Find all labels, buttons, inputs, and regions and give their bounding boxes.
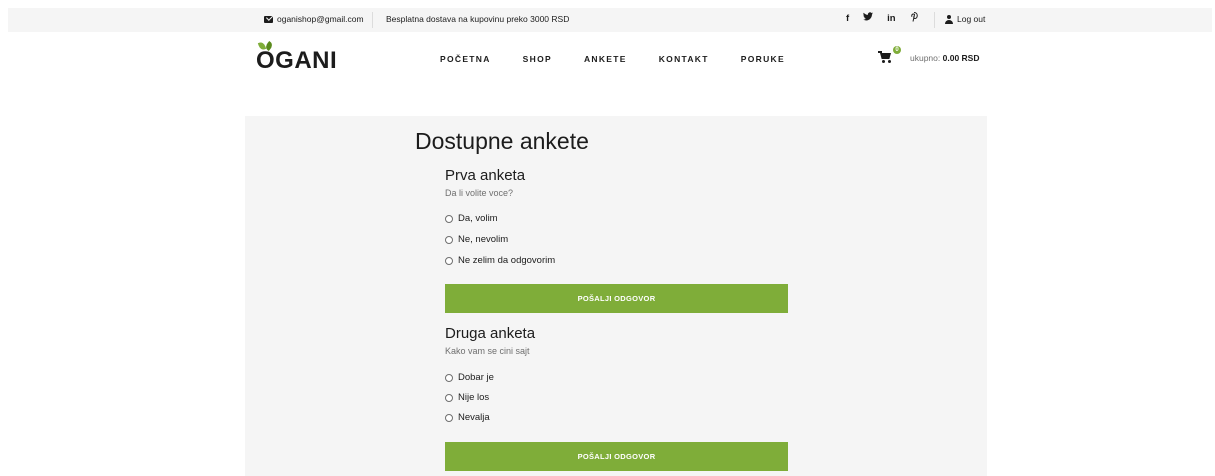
radio-button[interactable] xyxy=(445,256,453,265)
user-icon xyxy=(944,14,953,24)
submit-answer-button[interactable]: POŠALJI ODGOVOR xyxy=(445,284,788,313)
logo-text: OGANI xyxy=(256,41,337,74)
page-title: Dostupne ankete xyxy=(415,128,589,154)
cart-total-label: ukupno: xyxy=(910,53,941,63)
top-bar: oganishop@gmail.com Besplatna dostava na… xyxy=(8,8,1212,32)
pinterest-icon[interactable] xyxy=(910,12,918,27)
mail-icon xyxy=(264,15,273,23)
radio-button[interactable] xyxy=(445,373,453,382)
option-label: Da, volim xyxy=(458,213,498,224)
cart-handle xyxy=(878,51,882,53)
topbar-divider xyxy=(934,12,935,28)
option-label: Ne, nevolim xyxy=(458,234,509,245)
logo[interactable]: OGANI xyxy=(256,41,337,74)
cart-basket xyxy=(880,53,891,59)
survey-title: Prva anketa xyxy=(445,167,526,184)
survey-option[interactable]: Da, volim xyxy=(445,213,498,224)
survey-option[interactable]: Ne zelim da odgovorim xyxy=(445,255,555,266)
facebook-icon[interactable]: f xyxy=(846,12,849,27)
main-nav: POČETNA SHOP ANKETE KONTAKT PORUKE xyxy=(440,54,785,64)
nav-item-ankete[interactable]: ANKETE xyxy=(584,54,627,64)
option-label: Nije los xyxy=(458,392,490,403)
contact-email: oganishop@gmail.com xyxy=(264,14,364,24)
linkedin-icon[interactable]: in xyxy=(887,12,895,27)
cart-wheel xyxy=(882,60,885,63)
radio-button[interactable] xyxy=(445,413,453,422)
nav-item-pocetna[interactable]: POČETNA xyxy=(440,54,491,64)
cart-wheel xyxy=(888,60,891,63)
topbar-divider xyxy=(372,12,373,28)
survey-option[interactable]: Ne, nevolim xyxy=(445,234,508,245)
survey-question: Da li volite voce? xyxy=(445,188,514,198)
survey-title: Druga anketa xyxy=(445,325,536,342)
logout-link[interactable]: Log out xyxy=(944,14,985,24)
cart-total: ukupno: 0.00 RSD xyxy=(910,53,979,63)
nav-item-shop[interactable]: SHOP xyxy=(523,54,552,64)
radio-button[interactable] xyxy=(445,214,453,223)
logout-label: Log out xyxy=(957,14,986,24)
cart-total-value: 0.00 RSD xyxy=(942,53,980,63)
survey-option[interactable]: Dobar je xyxy=(445,372,494,383)
radio-button[interactable] xyxy=(445,393,453,402)
radio-button[interactable] xyxy=(445,235,453,244)
submit-answer-button[interactable]: POŠALJI ODGOVOR xyxy=(445,442,788,471)
shipping-notice: Besplatna dostava na kupovinu preko 3000… xyxy=(386,14,570,24)
twitter-icon[interactable] xyxy=(863,12,874,27)
nav-item-kontakt[interactable]: KONTAKT xyxy=(659,54,709,64)
option-label: Dobar je xyxy=(458,372,494,383)
social-links: f in y p xyxy=(846,12,918,27)
survey-option[interactable]: Nije los xyxy=(445,392,489,403)
option-label: Nevalja xyxy=(458,412,490,423)
nav-item-poruke[interactable]: PORUKE xyxy=(741,54,785,64)
option-label: Ne zelim da odgovorim xyxy=(458,255,556,266)
survey-question: Kako vam se cini sajt xyxy=(445,346,530,356)
cart-icon[interactable] xyxy=(878,50,894,64)
cart-count-badge: 0 xyxy=(893,46,901,54)
contact-email-text: oganishop@gmail.com xyxy=(277,14,364,24)
survey-option[interactable]: Nevalja xyxy=(445,412,490,423)
